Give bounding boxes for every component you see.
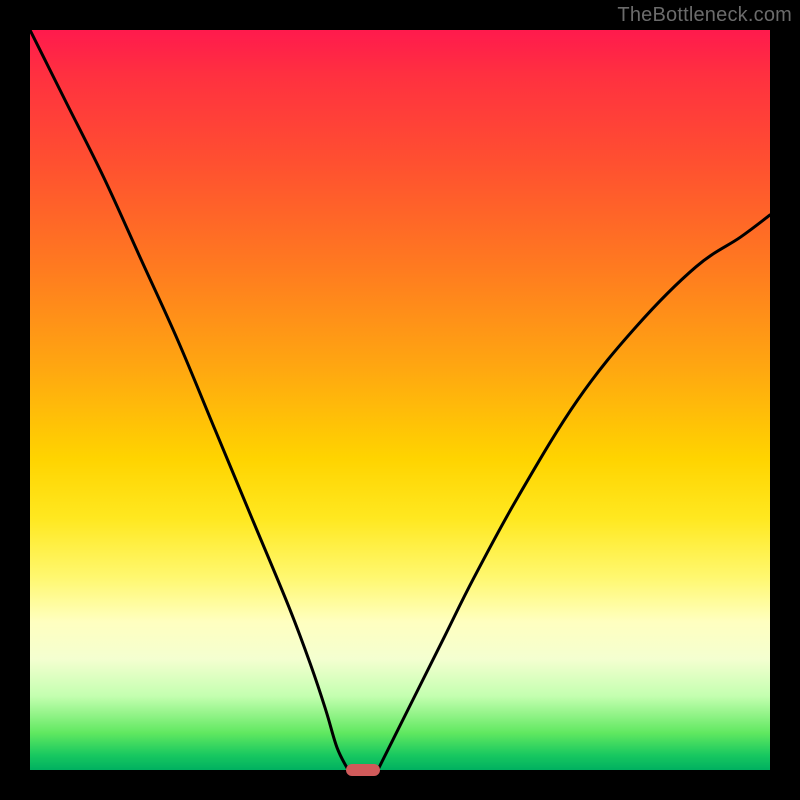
chart-frame: TheBottleneck.com (0, 0, 800, 800)
bottleneck-curve (30, 30, 770, 770)
plot-area (30, 30, 770, 770)
watermark-label: TheBottleneck.com (617, 4, 792, 27)
bottleneck-marker (346, 764, 380, 776)
